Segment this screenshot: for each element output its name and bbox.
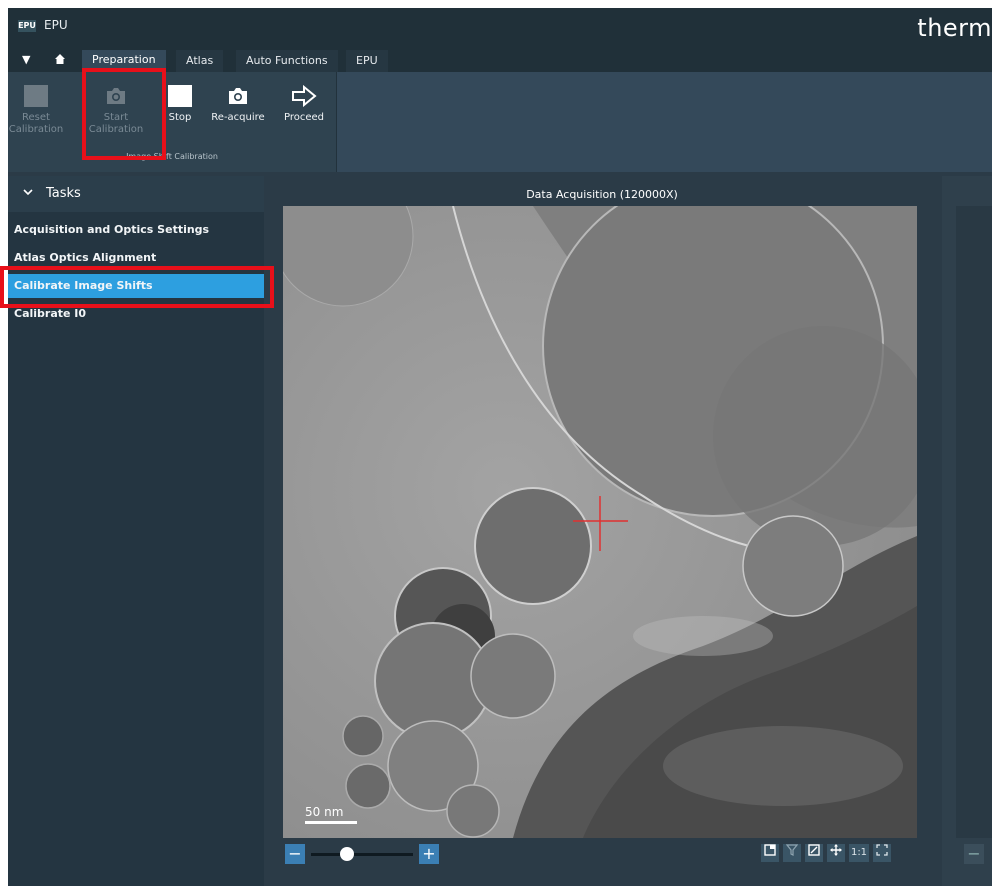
epu-logo-icon: EPU: [18, 20, 36, 32]
arrow-right-icon: [292, 85, 317, 107]
task-item-acquisition-optics[interactable]: Acquisition and Optics Settings: [8, 218, 264, 242]
square-icon: [24, 85, 48, 107]
epu-window: EPU EPU therm ▼ Preparation Atlas Auto F…: [8, 8, 992, 886]
proceed-button[interactable]: Proceed: [276, 78, 332, 148]
secondary-panel: −: [942, 176, 992, 886]
secondary-image-area: [956, 206, 992, 838]
re-acquire-button[interactable]: Re-acquire: [210, 78, 266, 148]
tab-atlas[interactable]: Atlas: [176, 50, 224, 72]
camera-icon: [229, 88, 247, 104]
filter-icon[interactable]: [783, 844, 801, 862]
tasks-header-label: Tasks: [46, 186, 81, 201]
tab-auto-functions[interactable]: Auto Functions: [236, 50, 338, 72]
start-calibration-highlight: [82, 68, 166, 160]
fit-to-window-icon[interactable]: [805, 844, 823, 862]
image-shift-calibration-group: Reset Calibration Start Calibration Stop R…: [8, 72, 337, 172]
scale-bar: 50 nm: [305, 805, 357, 824]
app-title: EPU: [44, 18, 68, 32]
tasks-header[interactable]: Tasks: [8, 176, 264, 212]
calibrate-image-shifts-highlight: [0, 266, 274, 308]
actual-size-button[interactable]: 1:1: [849, 844, 869, 862]
dropdown-arrow-icon[interactable]: ▼: [22, 53, 30, 66]
secondary-zoom-out-button[interactable]: −: [964, 844, 984, 864]
panel-title: Data Acquisition (120000X): [526, 188, 678, 201]
zoom-out-button[interactable]: −: [285, 844, 305, 864]
stop-square-icon: [168, 85, 192, 107]
fullscreen-icon[interactable]: [873, 844, 891, 862]
scale-bar-label: 50 nm: [305, 805, 344, 819]
reset-calibration-button[interactable]: Reset Calibration: [8, 78, 64, 148]
viewer-controls: − + 1:1: [283, 842, 917, 866]
reset-calibration-label: Reset Calibration: [8, 112, 64, 135]
scale-bar-line: [305, 821, 357, 824]
data-acquisition-panel: Data Acquisition (120000X) 50 nm − + 1:1: [266, 176, 938, 886]
brand-logo: therm: [917, 14, 992, 42]
microscope-image[interactable]: 50 nm: [283, 206, 917, 838]
proceed-label: Proceed: [283, 112, 324, 123]
title-bar: EPU EPU therm: [8, 8, 992, 50]
tab-epu[interactable]: EPU: [346, 50, 388, 72]
re-acquire-label: Re-acquire: [211, 112, 265, 123]
chevron-down-icon: [22, 176, 34, 212]
overlay-icon[interactable]: [761, 844, 779, 862]
pan-move-icon[interactable]: [827, 844, 845, 862]
zoom-slider-track[interactable]: [311, 853, 413, 856]
zoom-in-button[interactable]: +: [419, 844, 439, 864]
zoom-slider-handle[interactable]: [339, 847, 354, 861]
home-icon[interactable]: [54, 53, 66, 68]
ribbon-group-caption: Image Shift Calibration: [126, 152, 218, 161]
